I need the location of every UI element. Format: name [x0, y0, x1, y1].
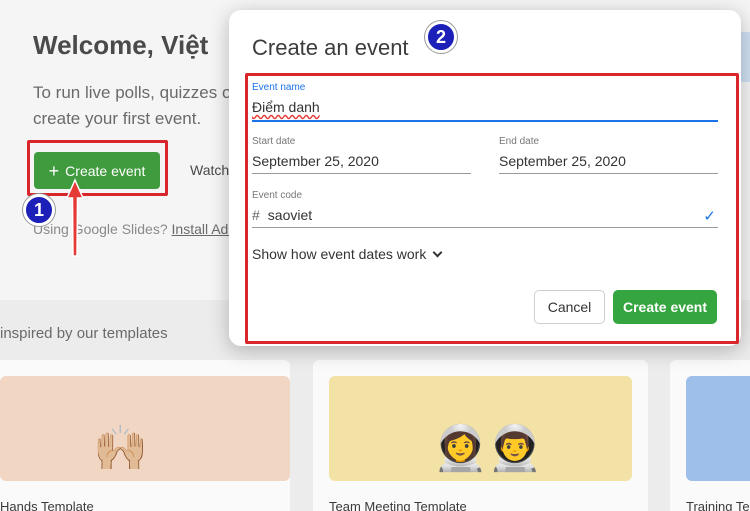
- step-badge-2: 2: [425, 21, 457, 53]
- step-badge-1: 1: [23, 194, 55, 226]
- template-title: Training Te: [686, 499, 750, 511]
- template-card[interactable]: 🙌🏼 Hands Template: [0, 360, 290, 511]
- event-code-field[interactable]: Event code # saoviet ✓: [252, 190, 718, 228]
- field-underline: [252, 120, 718, 122]
- show-dates-label: Show how event dates work: [252, 246, 427, 262]
- event-code-value: saoviet: [267, 207, 313, 223]
- annotation-highlight-1: [27, 140, 168, 196]
- start-date-field[interactable]: Start date September 25, 2020: [252, 136, 471, 174]
- event-name-input[interactable]: Điểm danh: [252, 99, 718, 115]
- start-date-input[interactable]: September 25, 2020: [252, 153, 471, 169]
- template-thumbnail: [686, 376, 750, 481]
- event-code-label: Event code: [252, 190, 303, 201]
- show-dates-toggle[interactable]: Show how event dates work: [252, 246, 443, 262]
- field-underline: [252, 173, 471, 174]
- cancel-button[interactable]: Cancel: [534, 290, 605, 324]
- dialog-title: Create an event: [252, 35, 409, 60]
- raised-hands-icon: 🙌🏼: [93, 424, 148, 473]
- field-underline: [252, 227, 718, 228]
- welcome-heading: Welcome, Việt: [33, 30, 209, 60]
- start-date-label: Start date: [252, 136, 296, 147]
- template-card[interactable]: Training Te: [670, 360, 750, 511]
- templates-heading: inspired by our templates: [0, 325, 168, 342]
- end-date-input[interactable]: September 25, 2020: [499, 153, 718, 169]
- template-title: Hands Template: [0, 499, 94, 511]
- field-underline: [499, 173, 718, 174]
- event-name-field[interactable]: Event name Điểm danh: [252, 82, 718, 122]
- checkmark-icon: ✓: [703, 208, 716, 225]
- create-event-dialog: Create an event Event name Điểm danh Sta…: [229, 10, 741, 346]
- annotation-arrow-icon: [65, 178, 85, 257]
- create-event-submit-button[interactable]: Create event: [613, 290, 717, 324]
- hash-prefix: #: [252, 207, 260, 223]
- intro-line-1: To run live polls, quizzes o: [33, 83, 232, 102]
- intro-line-2: create your first event.: [33, 109, 202, 128]
- intro-text: To run live polls, quizzes o create your…: [33, 80, 253, 132]
- template-title: Team Meeting Template: [329, 499, 467, 511]
- watch-link[interactable]: Watch: [190, 162, 229, 178]
- astronauts-icon: 👩‍🚀👨‍🚀: [433, 424, 543, 473]
- template-card[interactable]: 👩‍🚀👨‍🚀 Team Meeting Template: [313, 360, 648, 511]
- event-code-input[interactable]: # saoviet: [252, 207, 718, 223]
- event-name-label: Event name: [252, 82, 306, 93]
- chevron-down-icon: [432, 247, 443, 257]
- end-date-field[interactable]: End date September 25, 2020: [499, 136, 718, 174]
- slides-prefix: Using Google Slides?: [33, 221, 172, 237]
- end-date-label: End date: [499, 136, 540, 147]
